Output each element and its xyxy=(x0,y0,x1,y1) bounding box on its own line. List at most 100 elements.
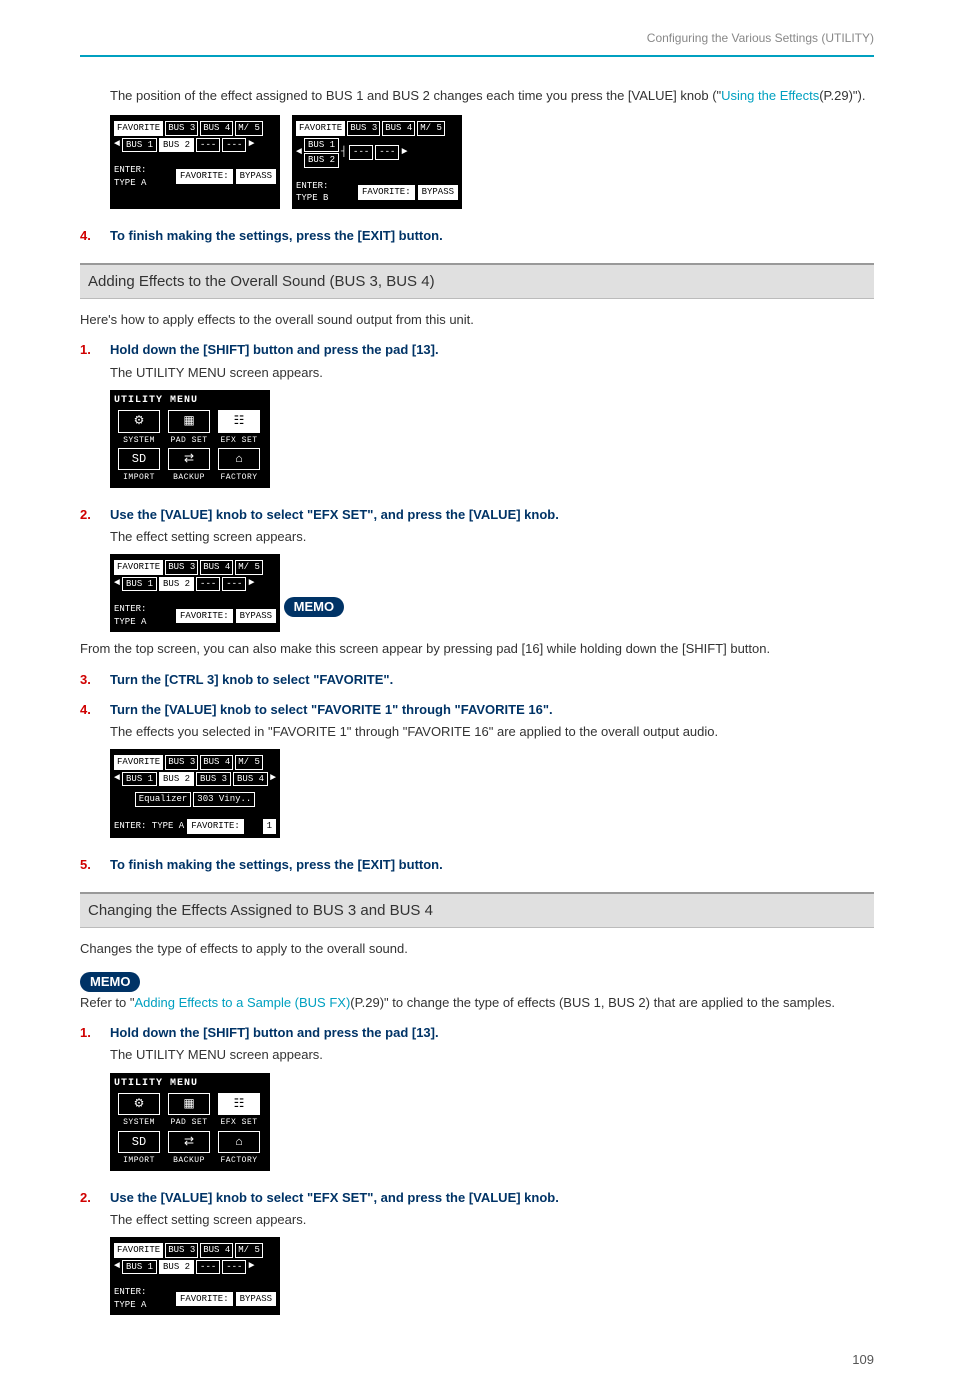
bypass-label: BYPASS xyxy=(236,169,276,184)
sep-box-2: --- xyxy=(222,138,246,153)
bypass-label: BYPASS xyxy=(236,1292,276,1307)
sep-box: --- xyxy=(196,138,220,153)
bus4-box: BUS 4 xyxy=(233,772,268,787)
system-label: SYSTEM xyxy=(114,435,164,446)
step-text: Use the [VALUE] knob to select "EFX SET"… xyxy=(110,1189,874,1207)
tab-m5: M/ 5 xyxy=(235,121,263,136)
step-number: 1. xyxy=(80,1024,110,1042)
tab-bus3: BUS 3 xyxy=(165,560,198,575)
tab-m5: M/ 5 xyxy=(417,121,445,136)
favorite-number: 1 xyxy=(263,819,276,834)
adding-effects-link[interactable]: Adding Effects to a Sample (BUS FX) xyxy=(134,995,350,1010)
grid-icon: ▦ xyxy=(168,410,210,433)
section1-step-5: 5. To finish making the settings, press … xyxy=(80,856,874,874)
utility-menu-title: UTILITY MENU xyxy=(114,394,266,408)
backup-icon: ⇄ xyxy=(168,1131,210,1154)
favorite-label: FAVORITE: xyxy=(358,185,415,200)
sep-box-2: --- xyxy=(222,1260,246,1275)
system-label: SYSTEM xyxy=(114,1117,164,1128)
utility-menu-screenshot-2: UTILITY MENU ⚙ ▦ ☷ SYSTEM PAD SET EFX SE… xyxy=(110,1073,270,1171)
step-text: Turn the [CTRL 3] knob to select "FAVORI… xyxy=(110,671,874,689)
bus1-box: BUS 1 xyxy=(122,577,157,592)
tab-bus4: BUS 4 xyxy=(200,1243,233,1258)
page-number: 109 xyxy=(80,1351,874,1369)
factory-icon: ⌂ xyxy=(218,1131,260,1154)
efx-favorite-screenshot: FAVORITE BUS 3 BUS 4 M/ 5 ◄ BUS 1 BUS 2 … xyxy=(110,749,280,837)
tab-bus3: BUS 3 xyxy=(165,1243,198,1258)
arrow-right-icon: ► xyxy=(248,138,254,152)
intro-text-before: The position of the effect assigned to B… xyxy=(110,88,721,103)
enter-type-a-label: ENTER: TYPE A xyxy=(114,164,173,189)
sd-icon: SD xyxy=(118,1131,160,1154)
step-text: Hold down the [SHIFT] button and press t… xyxy=(110,341,874,359)
padset-label: PAD SET xyxy=(164,1117,214,1128)
memo2-after: (P.29)" to change the type of effects (B… xyxy=(350,995,835,1010)
grid-icon: ▦ xyxy=(168,1093,210,1116)
section2-step2-sub: The effect setting screen appears. xyxy=(110,1211,874,1229)
favorite-label: FAVORITE: xyxy=(176,609,233,624)
favorite-label: FAVORITE: xyxy=(176,1292,233,1307)
memo-badge: MEMO xyxy=(284,597,344,617)
memo2-before: Refer to " xyxy=(80,995,134,1010)
intro-text-after: (P.29)"). xyxy=(819,88,865,103)
sep-box: --- xyxy=(349,145,373,160)
arrow-left-icon: ◄ xyxy=(114,138,120,152)
arrow-left-icon: ◄ xyxy=(296,146,302,160)
bypass-label: BYPASS xyxy=(418,185,458,200)
utility-menu-title: UTILITY MENU xyxy=(114,1077,266,1091)
efx-screenshot-type-b: FAVORITE BUS 3 BUS 4 M/ 5 ◄ BUS 1 BUS 2 … xyxy=(292,115,462,209)
tab-bus4: BUS 4 xyxy=(200,560,233,575)
tab-m5: M/ 5 xyxy=(235,1243,263,1258)
backup-label: BACKUP xyxy=(164,1155,214,1166)
memo-text: From the top screen, you can also make t… xyxy=(80,640,874,658)
using-effects-link[interactable]: Using the Effects xyxy=(721,88,819,103)
sep-box-2: --- xyxy=(375,145,399,160)
gear-icon: ⚙ xyxy=(118,410,160,433)
bus2-box: BUS 2 xyxy=(159,772,194,787)
enter-type-a-label: ENTER: TYPE A xyxy=(114,603,173,628)
step-number: 2. xyxy=(80,506,110,524)
section1-step-2: 2. Use the [VALUE] knob to select "EFX S… xyxy=(80,506,874,524)
efxset-label: EFX SET xyxy=(214,1117,264,1128)
efx-setting-screenshot-1: FAVORITE BUS 3 BUS 4 M/ 5 ◄ BUS 1 BUS 2 … xyxy=(110,554,280,632)
favorite-label: FAVORITE: xyxy=(176,169,233,184)
enter-type-a-label: ENTER: TYPE A xyxy=(114,820,184,833)
enter-type-b-label: ENTER: TYPE B xyxy=(296,180,355,205)
bypass-label: BYPASS xyxy=(236,609,276,624)
section2-step1-sub: The UTILITY MENU screen appears. xyxy=(110,1046,874,1064)
step-text: To finish making the settings, press the… xyxy=(110,227,874,245)
arrow-right-icon: ► xyxy=(270,772,276,786)
section1-step-4: 4. Turn the [VALUE] knob to select "FAVO… xyxy=(80,701,874,719)
step-number: 4. xyxy=(80,227,110,245)
arrow-right-icon: ► xyxy=(401,146,407,160)
bus3-box: BUS 3 xyxy=(196,772,231,787)
merge-icon: ┤ xyxy=(341,146,347,160)
tab-bus3: BUS 3 xyxy=(347,121,380,136)
bus1-box: BUS 1 xyxy=(304,138,339,153)
page-header: Configuring the Various Settings (UTILIT… xyxy=(80,30,874,51)
tab-favorite: FAVORITE xyxy=(114,121,163,136)
memo-text-2: Refer to "Adding Effects to a Sample (BU… xyxy=(80,994,874,1012)
step-4-top: 4. To finish making the settings, press … xyxy=(80,227,874,245)
memo-badge-2: MEMO xyxy=(80,972,140,992)
section2-step-1: 1. Hold down the [SHIFT] button and pres… xyxy=(80,1024,874,1042)
padset-label: PAD SET xyxy=(164,435,214,446)
import-label: IMPORT xyxy=(114,472,164,483)
tab-favorite: FAVORITE xyxy=(296,121,345,136)
factory-icon: ⌂ xyxy=(218,448,260,471)
favorite-label: FAVORITE: xyxy=(187,819,244,834)
tab-bus4: BUS 4 xyxy=(382,121,415,136)
tab-favorite: FAVORITE xyxy=(114,755,163,770)
bus1-box: BUS 1 xyxy=(122,138,157,153)
tab-m5: M/ 5 xyxy=(235,755,263,770)
efx-screenshot-type-a: FAVORITE BUS 3 BUS 4 M/ 5 ◄ BUS 1 BUS 2 … xyxy=(110,115,280,209)
section1-step2-sub: The effect setting screen appears. xyxy=(110,528,874,546)
step-text: Turn the [VALUE] knob to select "FAVORIT… xyxy=(110,701,874,719)
efx-icon: ☷ xyxy=(218,410,260,433)
bus2-box: BUS 2 xyxy=(159,577,194,592)
bus2-box: BUS 2 xyxy=(304,153,339,168)
section1-step1-sub: The UTILITY MENU screen appears. xyxy=(110,364,874,382)
sep-box: --- xyxy=(196,577,220,592)
section1-step-3: 3. Turn the [CTRL 3] knob to select "FAV… xyxy=(80,671,874,689)
section1-step-1: 1. Hold down the [SHIFT] button and pres… xyxy=(80,341,874,359)
